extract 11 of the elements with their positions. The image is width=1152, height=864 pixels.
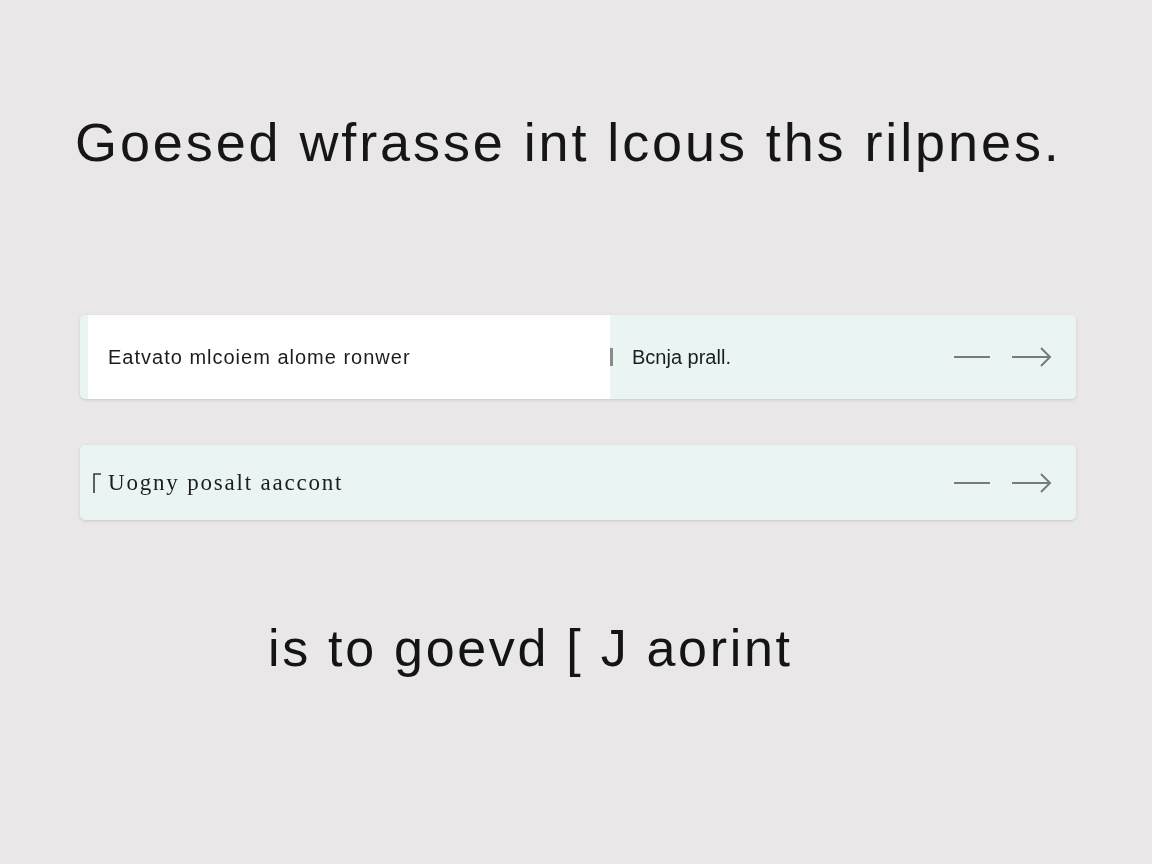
dash-icon [954, 355, 990, 359]
dash-icon [954, 480, 990, 485]
input-field[interactable]: Eatvato mlcoiem alome ronwer [88, 315, 610, 399]
corner-bracket-icon [93, 472, 101, 493]
action-row-button[interactable]: Uogny posalt aaccont [80, 445, 1076, 520]
page-heading: Goesed wfrasse int lcous ths rilpnes. [75, 111, 1062, 174]
action-button[interactable]: Bcnja prall. [613, 315, 1076, 399]
arrow-right-icon [1012, 472, 1052, 493]
footer-text: is to goevd [ J aorint [268, 618, 793, 679]
arrow-right-icon [1012, 347, 1052, 367]
text-cursor-icon [610, 348, 613, 366]
